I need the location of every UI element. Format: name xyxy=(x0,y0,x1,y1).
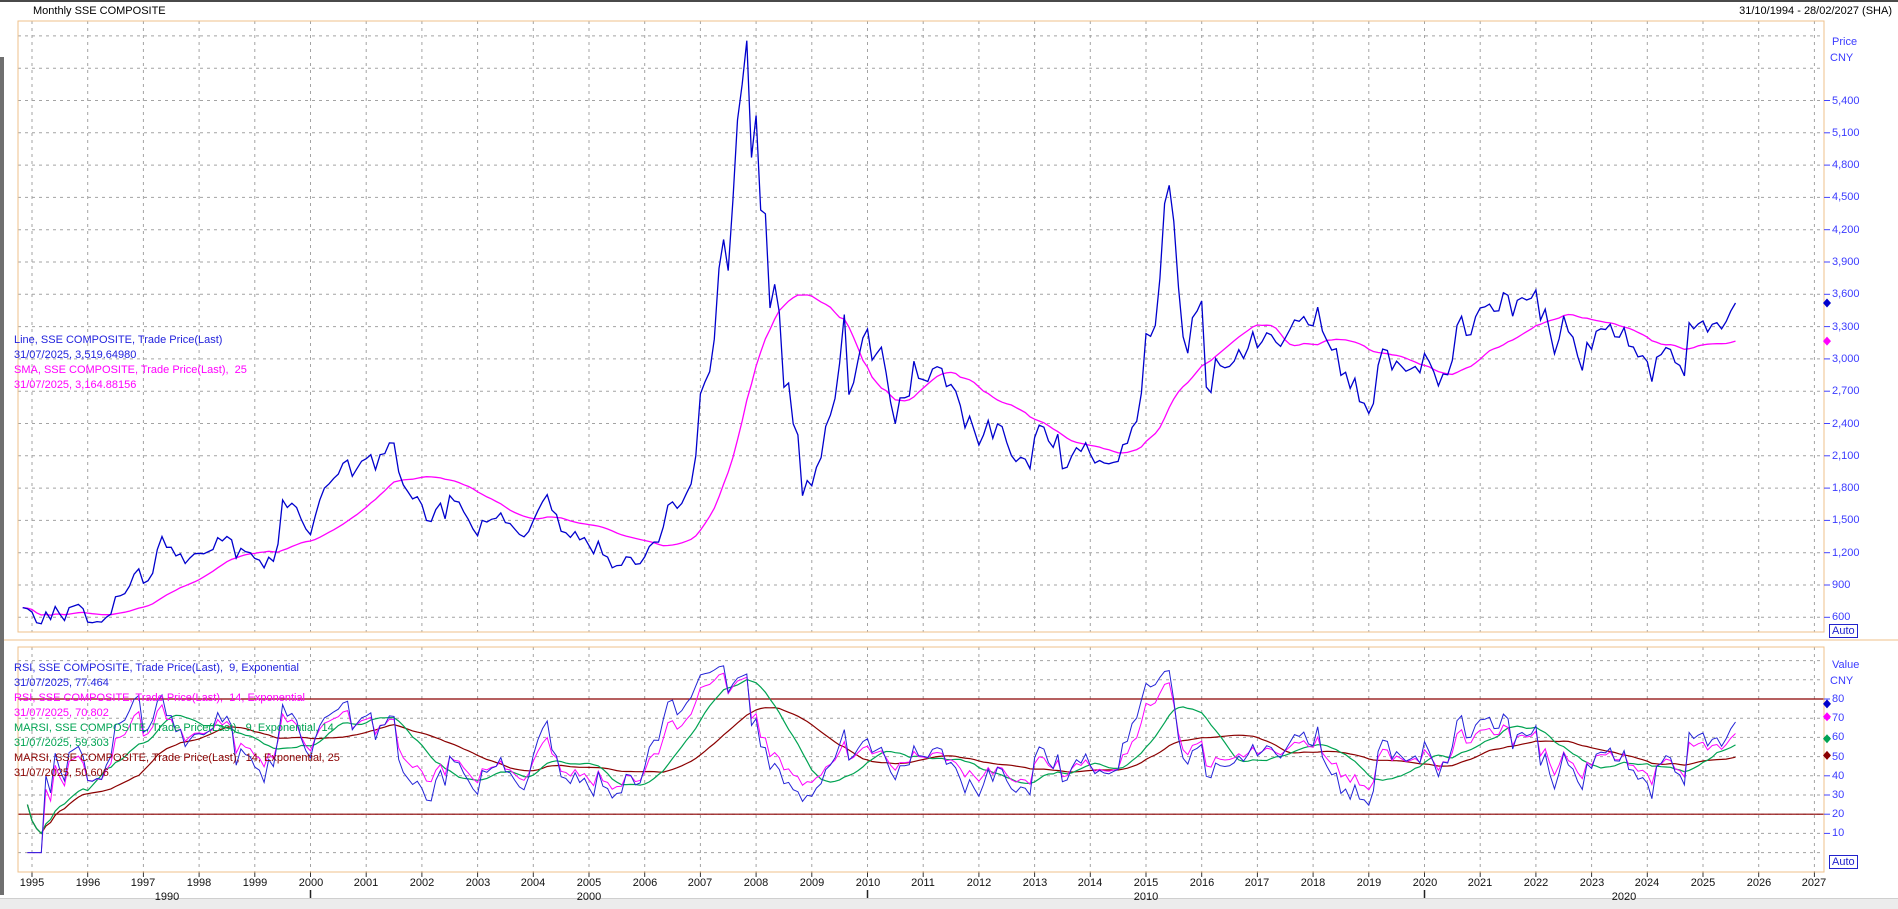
rsi-legend-row-1: 31/07/2025, 77.464 xyxy=(14,676,340,691)
price-axis-auto-button[interactable]: Auto xyxy=(1829,624,1858,638)
x-axis-year-label: 2025 xyxy=(1685,877,1721,889)
price-axis-tick-label: 2,400 xyxy=(1832,418,1860,430)
price-axis-tick-label: 3,300 xyxy=(1832,321,1860,333)
rsi-legend-row-5: 31/07/2025, 59.303 xyxy=(14,736,340,751)
x-axis-year-label: 2019 xyxy=(1351,877,1387,889)
x-axis-year-label: 1996 xyxy=(70,877,106,889)
x-axis-year-label: 2024 xyxy=(1629,877,1665,889)
rsi-legend-row-3: 31/07/2025, 70.802 xyxy=(14,706,340,721)
price-legend-row-3: 31/07/2025, 3,164.88156 xyxy=(14,378,247,393)
value-axis-tick-label: 30 xyxy=(1832,789,1844,801)
price-axis-tick-label: 4,800 xyxy=(1832,159,1860,171)
price-axis-tick-label: 600 xyxy=(1832,611,1850,623)
rsi-legend-row-2: RSI, SSE COMPOSITE, Trade Price(Last), 1… xyxy=(14,691,340,706)
rsi-legend-row-7: 31/07/2025, 50.606 xyxy=(14,766,340,781)
x-axis-year-label: 2005 xyxy=(571,877,607,889)
value-axis-tick-label: 10 xyxy=(1832,827,1844,839)
price-legend-row-2: SMA, SSE COMPOSITE, Trade Price(Last), 2… xyxy=(14,363,247,378)
value-axis-tick-label: 70 xyxy=(1832,712,1844,724)
price-axis-tick-label: 1,200 xyxy=(1832,547,1860,559)
x-axis-year-label: 2007 xyxy=(682,877,718,889)
value-axis-title: Value xyxy=(1832,659,1859,671)
price-plot-area[interactable] xyxy=(18,21,1824,632)
x-axis-year-label: 1999 xyxy=(237,877,273,889)
x-axis-year-label: 2011 xyxy=(905,877,941,889)
price-axis-tick-label: 2,100 xyxy=(1832,450,1860,462)
x-axis-year-label: 2001 xyxy=(348,877,384,889)
price-legend-row-0: Line, SSE COMPOSITE, Trade Price(Last) xyxy=(14,333,247,348)
price-axis-tick-label: 900 xyxy=(1832,579,1850,591)
price-axis-tick-label: 2,700 xyxy=(1832,385,1860,397)
x-axis-year-label: 2009 xyxy=(794,877,830,889)
x-axis-year-label: 2020 xyxy=(1407,877,1443,889)
rsi-legend-row-0: RSI, SSE COMPOSITE, Trade Price(Last), 9… xyxy=(14,661,340,676)
x-axis-year-label: 2018 xyxy=(1295,877,1331,889)
x-axis-year-label: 1997 xyxy=(125,877,161,889)
price-axis-tick-label: 5,400 xyxy=(1832,95,1860,107)
price-panel-legend: Line, SSE COMPOSITE, Trade Price(Last)31… xyxy=(14,333,247,393)
x-axis-year-label: 2023 xyxy=(1574,877,1610,889)
x-axis-year-label: 2008 xyxy=(738,877,774,889)
x-axis-decade-label: 2020 xyxy=(1604,891,1644,903)
value-axis-tick-label: 40 xyxy=(1832,770,1844,782)
x-axis-decade-label: 2000 xyxy=(569,891,609,903)
x-axis-decade-label: 1990 xyxy=(147,891,187,903)
price-axis-tick-label: 4,200 xyxy=(1832,224,1860,236)
rsi-panel-legend: RSI, SSE COMPOSITE, Trade Price(Last), 9… xyxy=(14,661,340,781)
chart-window: Monthly SSE COMPOSITE 31/10/1994 - 28/02… xyxy=(0,0,1898,909)
x-axis-year-label: 2014 xyxy=(1072,877,1108,889)
price-legend-row-1: 31/07/2025, 3,519.64980 xyxy=(14,348,247,363)
price-axis-tick-label: 1,800 xyxy=(1832,482,1860,494)
price-axis-tick-label: 3,000 xyxy=(1832,353,1860,365)
price-axis-tick-label: 3,600 xyxy=(1832,288,1860,300)
x-axis-year-label: 2000 xyxy=(293,877,329,889)
x-axis-year-label: 2003 xyxy=(460,877,496,889)
value-axis-auto-button[interactable]: Auto xyxy=(1829,855,1858,869)
left-window-edge xyxy=(0,57,4,895)
value-axis-tick-label: 80 xyxy=(1832,693,1844,705)
x-axis-year-label: 2015 xyxy=(1128,877,1164,889)
x-axis-year-label: 2006 xyxy=(627,877,663,889)
price-axis-unit: CNY xyxy=(1830,52,1853,64)
price-axis-tick-label: 4,500 xyxy=(1832,191,1860,203)
value-axis-tick-label: 50 xyxy=(1832,751,1844,763)
x-axis-year-label: 2026 xyxy=(1741,877,1777,889)
price-axis-title: Price xyxy=(1832,36,1857,48)
x-axis-decade-label: 2010 xyxy=(1126,891,1166,903)
x-axis-year-label: 2027 xyxy=(1796,877,1832,889)
x-axis-year-label: 2002 xyxy=(404,877,440,889)
x-axis-year-label: 1998 xyxy=(181,877,217,889)
x-axis-year-label: 2016 xyxy=(1184,877,1220,889)
x-axis-year-label: 2017 xyxy=(1239,877,1275,889)
value-axis-tick-label: 20 xyxy=(1832,808,1844,820)
x-axis-year-label: 2013 xyxy=(1017,877,1053,889)
price-axis-tick-label: 1,500 xyxy=(1832,514,1860,526)
x-axis-year-label: 2010 xyxy=(850,877,886,889)
x-axis-year-label: 1995 xyxy=(14,877,50,889)
value-axis-unit: CNY xyxy=(1830,675,1853,687)
x-axis-year-label: 2022 xyxy=(1518,877,1554,889)
price-axis-tick-label: 5,100 xyxy=(1832,127,1860,139)
rsi-legend-row-4: MARSI, SSE COMPOSITE, Trade Price(Last),… xyxy=(14,721,340,736)
x-axis-year-label: 2004 xyxy=(515,877,551,889)
x-axis-year-label: 2012 xyxy=(961,877,997,889)
value-axis-tick-label: 60 xyxy=(1832,731,1844,743)
x-axis-year-label: 2021 xyxy=(1462,877,1498,889)
rsi-legend-row-6: MARSI, SSE COMPOSITE, Trade Price(Last),… xyxy=(14,751,340,766)
price-axis-tick-label: 3,900 xyxy=(1832,256,1860,268)
